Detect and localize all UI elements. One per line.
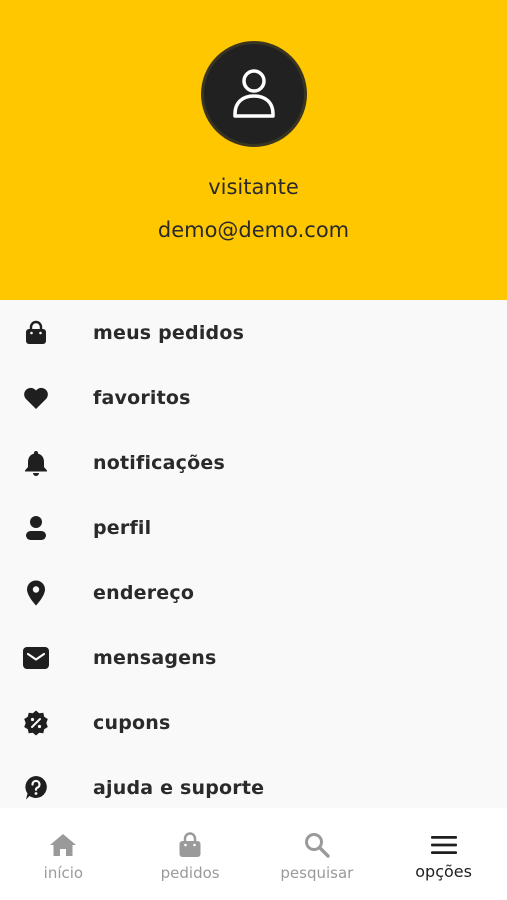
menu-item-label: endereço xyxy=(93,581,195,604)
nav-label: pedidos xyxy=(160,864,220,882)
location-pin-icon xyxy=(22,579,50,607)
home-icon xyxy=(48,830,78,860)
menu-item-favoritos[interactable]: favoritos xyxy=(0,365,507,430)
search-icon xyxy=(302,830,332,860)
nav-item-inicio[interactable]: início xyxy=(0,808,127,900)
menu-item-meus-pedidos[interactable]: meus pedidos xyxy=(0,300,507,365)
nav-item-pesquisar[interactable]: pesquisar xyxy=(254,808,381,900)
heart-icon xyxy=(22,384,50,412)
menu-item-label: cupons xyxy=(93,711,171,734)
bell-icon xyxy=(22,449,50,477)
user-outline-icon xyxy=(233,69,275,118)
discount-badge-icon xyxy=(22,709,50,737)
person-icon xyxy=(22,514,50,542)
profile-header: visitante demo@demo.com xyxy=(0,0,507,300)
shopping-bag-icon xyxy=(22,319,50,347)
nav-item-opcoes[interactable]: opções xyxy=(380,808,507,900)
menu-item-label: notificações xyxy=(93,451,225,474)
menu-icon xyxy=(429,830,459,860)
profile-name: visitante xyxy=(208,175,299,199)
menu-item-perfil[interactable]: perfil xyxy=(0,495,507,560)
nav-item-pedidos[interactable]: pedidos xyxy=(127,808,254,900)
menu-item-mensagens[interactable]: mensagens xyxy=(0,625,507,690)
menu-item-notificacoes[interactable]: notificações xyxy=(0,430,507,495)
profile-email: demo@demo.com xyxy=(157,218,350,242)
avatar[interactable] xyxy=(201,41,307,147)
options-menu: meus pedidos favoritos notificações perf… xyxy=(0,300,507,820)
help-icon xyxy=(22,774,50,802)
menu-item-endereco[interactable]: endereço xyxy=(0,560,507,625)
nav-label: pesquisar xyxy=(280,864,354,882)
menu-item-label: favoritos xyxy=(93,386,191,409)
menu-item-label: mensagens xyxy=(93,646,217,669)
shopping-bag-icon xyxy=(175,830,205,860)
mail-icon xyxy=(22,644,50,672)
nav-label: início xyxy=(43,864,84,882)
menu-item-cupons[interactable]: cupons xyxy=(0,690,507,755)
menu-item-label: perfil xyxy=(93,516,152,539)
nav-label: opções xyxy=(415,862,472,881)
menu-item-label: meus pedidos xyxy=(93,321,245,344)
menu-item-label: ajuda e suporte xyxy=(93,776,265,799)
bottom-navigation: início pedidos pesquisar opções xyxy=(0,808,507,900)
